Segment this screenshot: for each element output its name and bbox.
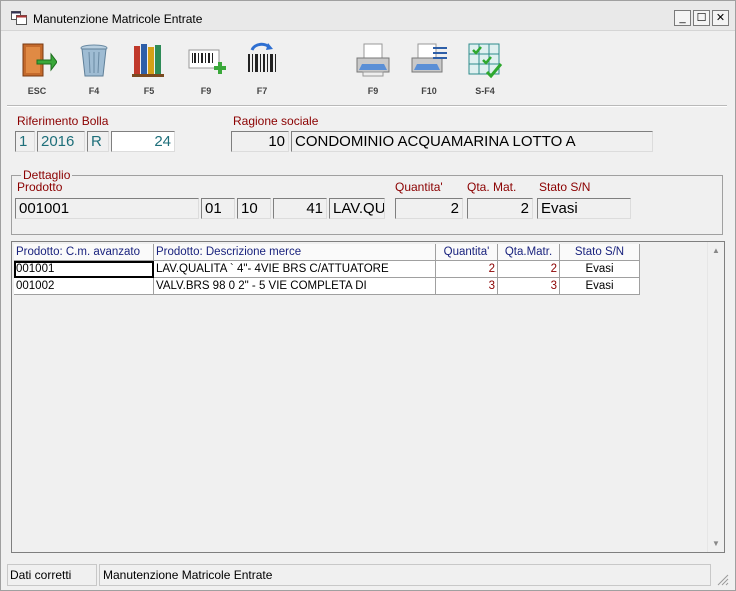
prodotto-code3-field: 41	[273, 198, 327, 219]
close-icon: ✕	[715, 11, 726, 24]
toolbar-f7-button[interactable]: F7	[238, 38, 286, 100]
cell-stato[interactable]: Evasi	[560, 278, 640, 295]
toolbar-f9-barcode-label: F9	[200, 86, 212, 96]
printer-icon	[356, 43, 390, 77]
toolbar-f5-label: F5	[143, 86, 155, 96]
toolbar-f4-button[interactable]: F4	[70, 38, 118, 100]
status-bar: Dati corretti Manutenzione Matricole Ent…	[1, 562, 735, 590]
qta-mat-label: Qta. Mat.	[467, 180, 517, 194]
ragione-code-field: 10	[231, 131, 289, 152]
scroll-down-icon[interactable]: ▼	[712, 539, 720, 548]
col-header-qta-matr[interactable]: Qta.Matr.	[498, 244, 560, 261]
app-window-icon	[11, 11, 27, 25]
toolbar-esc-label: ESC	[27, 86, 47, 96]
cell-codice[interactable]: 001001	[14, 261, 154, 278]
prodotto-label: Prodotto	[17, 180, 63, 194]
exit-door-icon	[22, 43, 57, 77]
table-row[interactable]: 001001 LAV.QUALITA ` 4"- 4VIE BRS C/ATTU…	[14, 261, 640, 278]
riferimento-label: Riferimento Bolla	[17, 114, 109, 128]
toolbar-sf4-label: S-F4	[475, 86, 495, 96]
maximize-button[interactable]: ☐	[693, 10, 710, 26]
cell-codice[interactable]: 001002	[14, 278, 154, 295]
toolbar-f4-label: F4	[88, 86, 100, 96]
grid-check-icon	[468, 43, 503, 79]
toolbar-f10-button[interactable]: F10	[405, 38, 453, 100]
barcode-refresh-icon	[248, 42, 276, 72]
quantita-field[interactable]: 2	[395, 198, 463, 219]
matricole-grid[interactable]: Prodotto: C.m. avanzato Prodotto: Descri…	[11, 241, 725, 553]
cell-stato[interactable]: Evasi	[560, 261, 640, 278]
title-bar: Manutenzione Matricole Entrate _ ☐ ✕	[1, 1, 735, 31]
minimize-icon: _	[679, 11, 686, 24]
resize-grip-icon[interactable]	[715, 572, 729, 586]
books-icon	[132, 44, 164, 77]
prodotto-desc-field: LAV.QUALITA	[329, 198, 385, 219]
toolbar: ESC F4 F5 F9 F7 F9 F10 S-F4	[1, 32, 735, 102]
barcode-add-icon	[188, 49, 226, 74]
printer-list-icon	[411, 43, 447, 73]
grid-vertical-scrollbar[interactable]: ▲ ▼	[707, 242, 724, 552]
prodotto-field[interactable]: 001001	[15, 198, 199, 219]
toolbar-f9-print-button[interactable]: F9	[349, 38, 397, 100]
riferimento-anno-field[interactable]: 2016	[37, 131, 85, 152]
riferimento-num-field[interactable]: 1	[15, 131, 35, 152]
stato-field[interactable]: Evasi	[537, 198, 631, 219]
cell-quantita[interactable]: 3	[436, 278, 498, 295]
window-title: Manutenzione Matricole Entrate	[33, 12, 203, 26]
grid-header: Prodotto: C.m. avanzato Prodotto: Descri…	[14, 244, 640, 261]
table-row[interactable]: 001002 VALV.BRS 98 0 2" - 5 VIE COMPLETA…	[14, 278, 640, 295]
riferimento-numero-field[interactable]: 24	[111, 131, 175, 152]
quantita-label: Quantita'	[395, 180, 443, 194]
maximize-icon: ☐	[696, 11, 707, 24]
toolbar-f10-label: F10	[421, 86, 437, 96]
toolbar-f9-print-label: F9	[367, 86, 379, 96]
toolbar-esc-button[interactable]: ESC	[13, 38, 61, 100]
scroll-up-icon[interactable]: ▲	[712, 246, 720, 255]
toolbar-sf4-button[interactable]: S-F4	[461, 38, 509, 100]
trash-icon	[80, 44, 108, 77]
prodotto-code2-field: 10	[237, 198, 271, 219]
cell-quantita[interactable]: 2	[436, 261, 498, 278]
toolbar-f9-barcode-button[interactable]: F9	[182, 38, 230, 100]
close-button[interactable]: ✕	[712, 10, 729, 26]
ragione-name-field: CONDOMINIO ACQUAMARINA LOTTO A	[291, 131, 653, 152]
toolbar-divider	[7, 105, 727, 107]
ragione-label: Ragione sociale	[233, 114, 319, 128]
minimize-button[interactable]: _	[674, 10, 691, 26]
col-header-codice[interactable]: Prodotto: C.m. avanzato	[14, 244, 154, 261]
toolbar-f5-button[interactable]: F5	[125, 38, 173, 100]
cell-descrizione[interactable]: LAV.QUALITA ` 4"- 4VIE BRS C/ATTUATORE	[154, 261, 436, 278]
riferimento-serie-field[interactable]: R	[87, 131, 109, 152]
main-window: Manutenzione Matricole Entrate _ ☐ ✕ ESC	[0, 0, 736, 591]
col-header-descrizione[interactable]: Prodotto: Descrizione merce	[154, 244, 436, 261]
cell-qta-matr[interactable]: 2	[498, 261, 560, 278]
cell-qta-matr[interactable]: 3	[498, 278, 560, 295]
col-header-quantita[interactable]: Quantita'	[436, 244, 498, 261]
col-header-stato[interactable]: Stato S/N	[560, 244, 640, 261]
status-message: Dati corretti	[7, 564, 97, 586]
prodotto-code1-field: 01	[201, 198, 235, 219]
cell-descrizione[interactable]: VALV.BRS 98 0 2" - 5 VIE COMPLETA DI	[154, 278, 436, 295]
stato-label: Stato S/N	[539, 180, 591, 194]
qta-mat-field[interactable]: 2	[467, 198, 533, 219]
toolbar-f7-label: F7	[256, 86, 268, 96]
status-form-name: Manutenzione Matricole Entrate	[99, 564, 711, 586]
